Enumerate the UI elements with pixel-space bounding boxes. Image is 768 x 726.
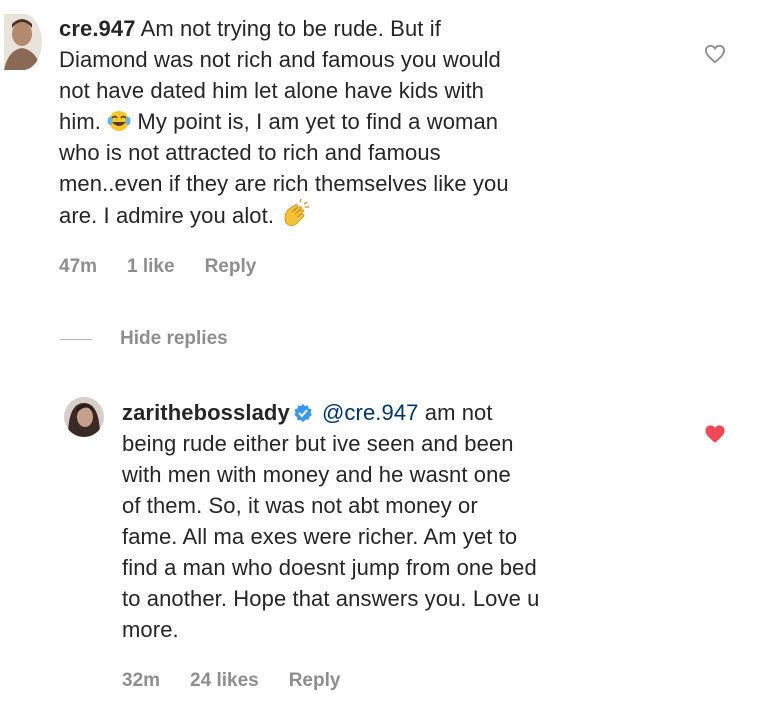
hide-replies-divider xyxy=(60,338,92,340)
like-heart-outline-icon[interactable] xyxy=(704,44,726,69)
comment-text-line: find a man who doesnt jump from one bed xyxy=(122,555,537,580)
comment-cre947 xyxy=(0,12,42,70)
hide-replies-button[interactable]: Hide replies xyxy=(60,328,228,350)
comment-text-line: who is not attracted to rich and famous xyxy=(59,140,441,165)
mention-link[interactable]: @cre.947 xyxy=(322,400,419,425)
comment-body-cre947: cre.947 Am not trying to be rude. But if… xyxy=(59,13,679,231)
comment-text-line: Am not trying to be rude. But if xyxy=(140,16,441,41)
comment-time: 47m xyxy=(59,256,98,277)
comment-text-line: being rude either but ive seen and been xyxy=(122,431,514,456)
comment-meta-zarithebosslady: 32m 24 likes Reply xyxy=(122,670,370,692)
comment-text-line: with men with money and he wasnt one xyxy=(122,462,511,487)
comment-text-line: My point is, I am yet to find a woman xyxy=(137,109,499,134)
comment-text-line: are. I admire you alot. xyxy=(59,203,275,228)
like-count-button[interactable]: 24 likes xyxy=(190,670,259,692)
comment-time: 32m xyxy=(122,670,161,691)
reply-button[interactable]: Reply xyxy=(289,670,341,692)
comment-meta-cre947: 47m 1 like Reply xyxy=(59,256,286,278)
comment-text-line: of them. So, it was not abt money or xyxy=(122,493,478,518)
comment-text-line: to another. Hope that answers you. Love … xyxy=(122,586,540,611)
comment-body-zarithebosslady: zarithebosslady @cre.947 am not being ru… xyxy=(122,397,682,645)
like-heart-filled-icon[interactable] xyxy=(704,424,726,449)
hide-replies-label[interactable]: Hide replies xyxy=(120,328,228,350)
laugh-emoji-icon xyxy=(107,109,131,131)
comment-text-line: Diamond was not rich and famous you woul… xyxy=(59,47,501,72)
verified-badge-icon xyxy=(294,399,312,422)
clap-emoji-icon xyxy=(280,198,310,229)
username-zarithebosslady[interactable]: zarithebosslady xyxy=(122,400,290,425)
comment-text-line: more. xyxy=(122,617,179,642)
like-count-button[interactable]: 1 like xyxy=(127,256,175,278)
username-cre947[interactable]: cre.947 xyxy=(59,16,136,41)
comment-text-line: fame. All ma exes were richer. Am yet to xyxy=(122,524,518,549)
comment-text-line: him. xyxy=(59,109,101,134)
avatar-cre947[interactable] xyxy=(4,14,42,70)
comment-text-line: men..even if they are rich themselves li… xyxy=(59,171,509,196)
avatar-zarithebosslady[interactable] xyxy=(64,397,104,437)
reply-button[interactable]: Reply xyxy=(205,256,257,278)
comment-text-line: am not xyxy=(424,400,493,425)
comment-text-line: not have dated him let alone have kids w… xyxy=(59,78,485,103)
